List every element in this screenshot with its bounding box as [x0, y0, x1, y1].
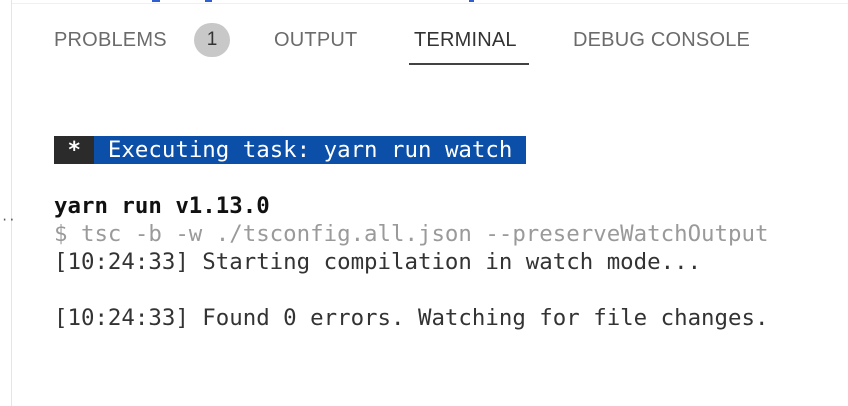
start-compilation-line: [10:24:33] Starting compilation in watch…: [54, 249, 702, 275]
tab-problems[interactable]: PROBLEMS: [54, 26, 167, 54]
active-tab-indicator: [409, 63, 529, 65]
tab-debug-console[interactable]: DEBUG CONSOLE: [573, 26, 750, 54]
yarn-version-line: yarn run v1.13.0: [54, 193, 270, 219]
terminal-panel: ·· PROBLEMS 1 OUTPUT TERMINAL DEBUG CONS…: [0, 0, 848, 406]
panel-tabs: PROBLEMS 1 OUTPUT TERMINAL DEBUG CONSOLE: [0, 0, 848, 70]
problems-count-badge: 1: [194, 23, 230, 57]
task-star: *: [54, 136, 95, 164]
task-banner: * Executing task: yarn run watch: [54, 136, 526, 164]
terminal-output[interactable]: * Executing task: yarn run watch yarn ru…: [0, 70, 848, 406]
task-banner-text: Executing task: yarn run watch: [94, 136, 526, 164]
tab-terminal[interactable]: TERMINAL: [414, 26, 517, 54]
command-line: $ tsc -b -w ./tsconfig.all.json --preser…: [54, 221, 769, 247]
found-errors-line: [10:24:33] Found 0 errors. Watching for …: [54, 305, 769, 331]
tab-output[interactable]: OUTPUT: [274, 26, 357, 54]
